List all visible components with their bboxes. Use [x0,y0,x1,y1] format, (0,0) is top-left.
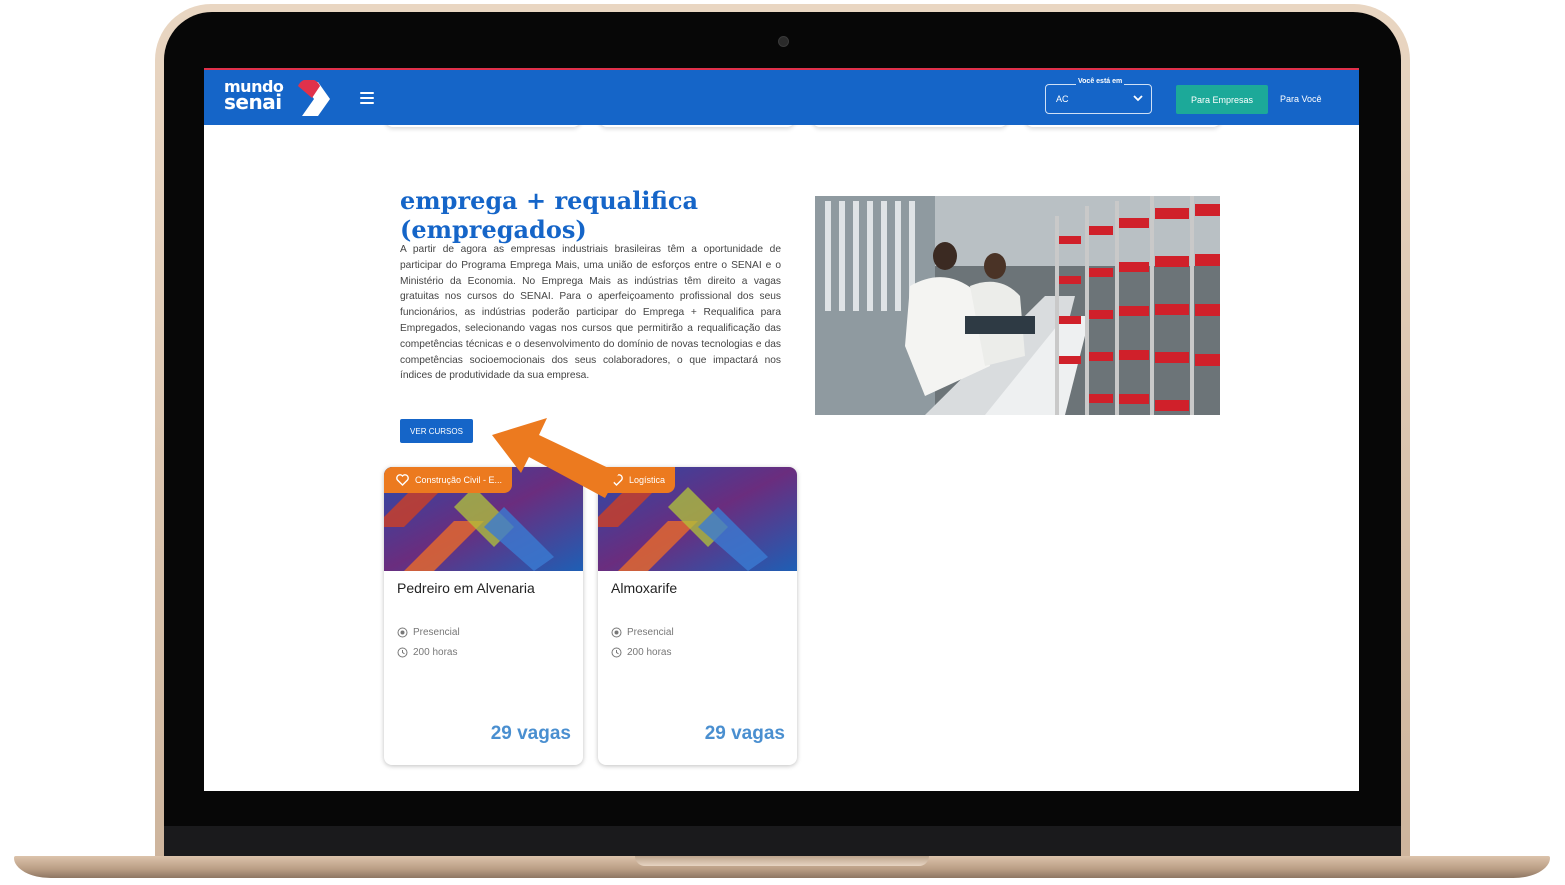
course-card[interactable]: Construção Civil - E... Pedreiro em Alve… [384,467,583,765]
top-navbar: mundo senai Você está em AC Para Empresa… [204,68,1359,125]
logo-chevron-icon [298,80,330,116]
laptop-chin [164,826,1401,856]
clock-icon [611,647,622,658]
menu-hamburger-icon[interactable] [360,92,374,104]
course-hours: 200 horas [397,647,457,658]
course-modality-label: Presencial [413,627,460,638]
ver-cursos-button[interactable]: VER CURSOS [400,419,473,443]
course-title[interactable]: Almoxarife [611,580,677,596]
location-pin-icon [397,627,408,638]
course-category-label: Logística [629,475,666,485]
location-pin-icon [611,627,622,638]
course-modality: Presencial [397,627,460,638]
annotation-arrow-icon [492,418,619,498]
webcam [778,36,789,47]
browser-viewport: mundo senai Você está em AC Para Empresa… [204,68,1359,791]
course-card[interactable]: Logística Almoxarife Presencial 200 hora… [598,467,797,765]
course-title[interactable]: Pedreiro em Alvenaria [397,580,535,596]
location-label: Você está em [1076,78,1125,85]
chevron-down-icon [1133,95,1143,102]
section-description: A partir de agora as empresas industriai… [400,244,781,382]
mundo-senai-logo[interactable]: mundo senai [224,79,334,120]
logo-line2: senai [224,90,282,114]
course-modality: Presencial [611,627,674,638]
location-value: AC [1056,94,1069,104]
course-hours-label: 200 horas [413,647,458,658]
section-title: emprega + requalifica (empregados) [400,186,699,244]
logo-wordmark: mundo senai [224,79,284,114]
clock-icon [397,647,408,658]
laptop-notch [635,856,929,866]
lab-photo [815,196,1220,415]
course-vagas: 29 vagas [490,723,571,744]
location-select[interactable]: Você está em AC [1045,78,1152,114]
course-hours: 200 horas [611,647,671,658]
course-hours-label: 200 horas [627,647,672,658]
course-vagas: 29 vagas [704,723,785,744]
para-voce-link[interactable]: Para Você [1280,94,1322,104]
heart-icon[interactable] [396,474,409,486]
para-empresas-button[interactable]: Para Empresas [1176,85,1268,114]
course-modality-label: Presencial [627,627,674,638]
